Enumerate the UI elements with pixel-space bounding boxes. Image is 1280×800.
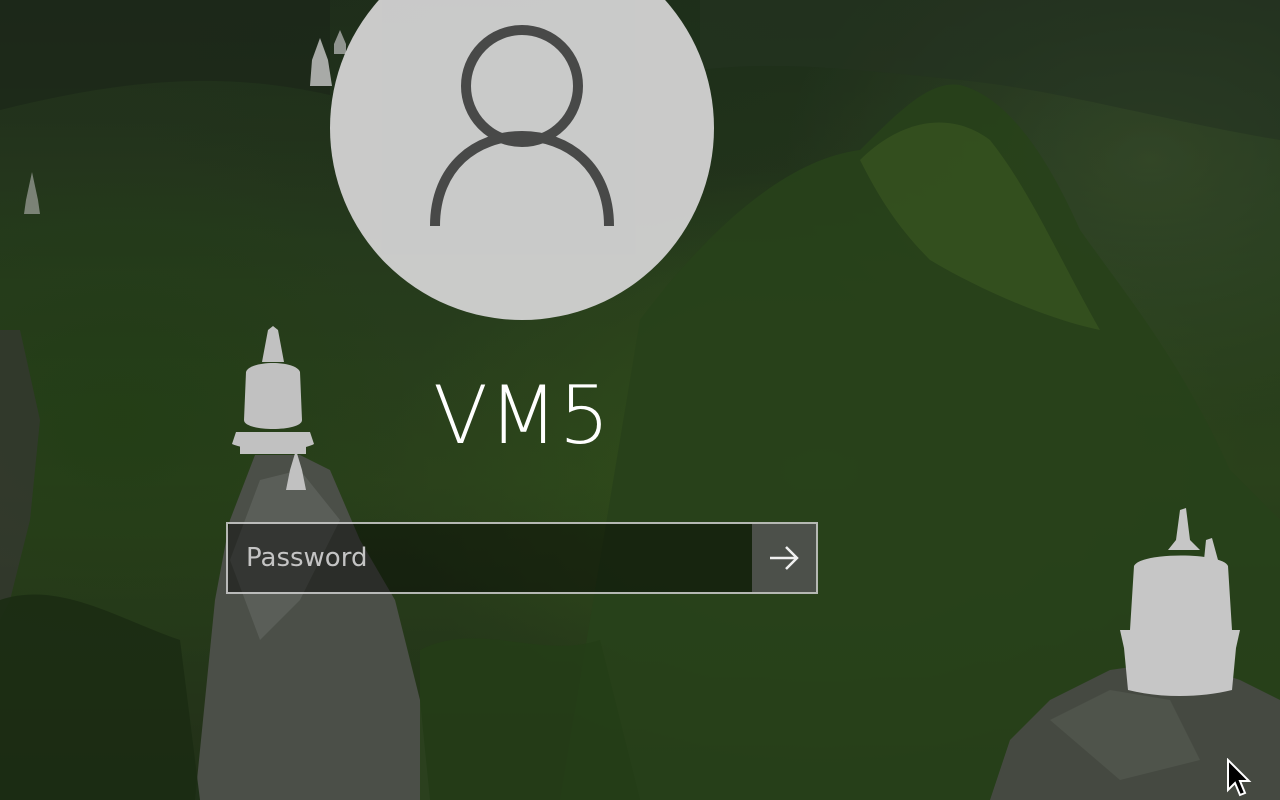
mouse-cursor-icon (1227, 758, 1252, 797)
user-silhouette-icon (430, 25, 614, 226)
password-field-container (226, 522, 818, 594)
password-input[interactable] (228, 524, 752, 592)
username-label: VM5 (433, 369, 611, 462)
lock-screen: VM5 (0, 0, 1280, 800)
submit-button[interactable] (752, 524, 816, 592)
arrow-right-icon (770, 546, 799, 570)
